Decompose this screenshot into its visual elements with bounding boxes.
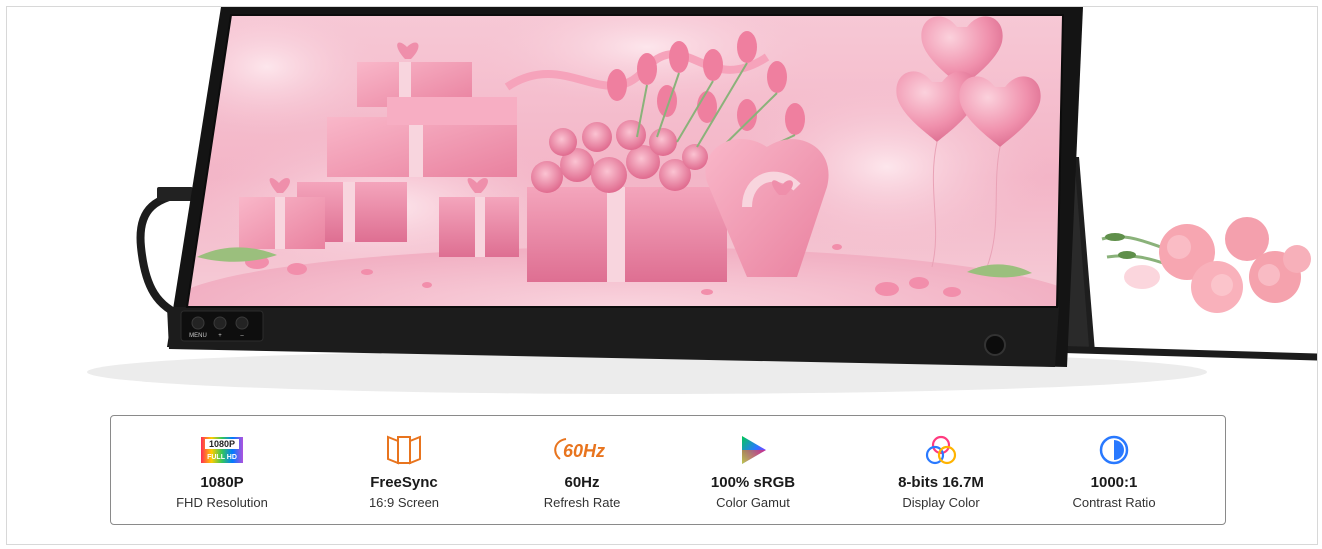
feature-color-gamut: 100% sRGB Color Gamut bbox=[663, 416, 843, 526]
feature-freesync: FreeSync 16:9 Screen bbox=[314, 416, 494, 526]
feature-title: 1000:1 bbox=[1090, 474, 1138, 491]
feature-subtitle: FHD Resolution bbox=[176, 495, 268, 510]
carnation-flowers bbox=[1101, 217, 1311, 313]
feature-subtitle: Color Gamut bbox=[716, 495, 790, 510]
svg-text:FULL HD: FULL HD bbox=[207, 454, 237, 461]
feature-subtitle: 16:9 Screen bbox=[368, 495, 440, 510]
60hz-icon: 60Hz bbox=[550, 434, 614, 466]
feature-title: 60Hz bbox=[564, 474, 600, 491]
full-hd-badge-icon: 1080P FULL HD bbox=[200, 434, 244, 466]
feature-subtitle: Contrast Ratio bbox=[1072, 495, 1156, 510]
feature-refresh-rate: 60Hz 60Hz Refresh Rate bbox=[492, 416, 672, 526]
feature-title: FreeSync bbox=[370, 474, 438, 491]
feature-display-color: 8-bits 16.7M Display Color bbox=[851, 416, 1031, 526]
svg-text:60Hz: 60Hz bbox=[563, 441, 605, 461]
plus-button-label: + bbox=[218, 333, 222, 339]
menu-button-label: MENU bbox=[189, 333, 207, 339]
freesync-icon bbox=[386, 434, 422, 466]
svg-text:1080P: 1080P bbox=[209, 439, 235, 449]
feature-title: 8-bits 16.7M bbox=[898, 474, 984, 491]
monitor-button-panel: MENU + – bbox=[180, 310, 264, 342]
feature-subtitle: Refresh Rate bbox=[543, 495, 621, 510]
feature-strip: 1080P FULL HD 1080P FHD Resolution FreeS… bbox=[110, 415, 1226, 525]
portable-monitor-photo: MENU + – bbox=[87, 7, 1317, 394]
color-gamut-triangle-icon bbox=[738, 434, 768, 466]
product-banner: MENU + – 1080P FULL HD 1080P FHD Resolut… bbox=[6, 6, 1318, 545]
rgb-circles-icon bbox=[924, 434, 958, 466]
feature-resolution: 1080P FULL HD 1080P FHD Resolution bbox=[132, 416, 312, 526]
feature-title: 1080P bbox=[200, 474, 244, 491]
feature-contrast: 1000:1 Contrast Ratio bbox=[1024, 416, 1204, 526]
feature-title: 100% sRGB bbox=[710, 474, 796, 491]
feature-subtitle: Display Color bbox=[902, 495, 980, 510]
contrast-circle-icon bbox=[1098, 434, 1130, 466]
